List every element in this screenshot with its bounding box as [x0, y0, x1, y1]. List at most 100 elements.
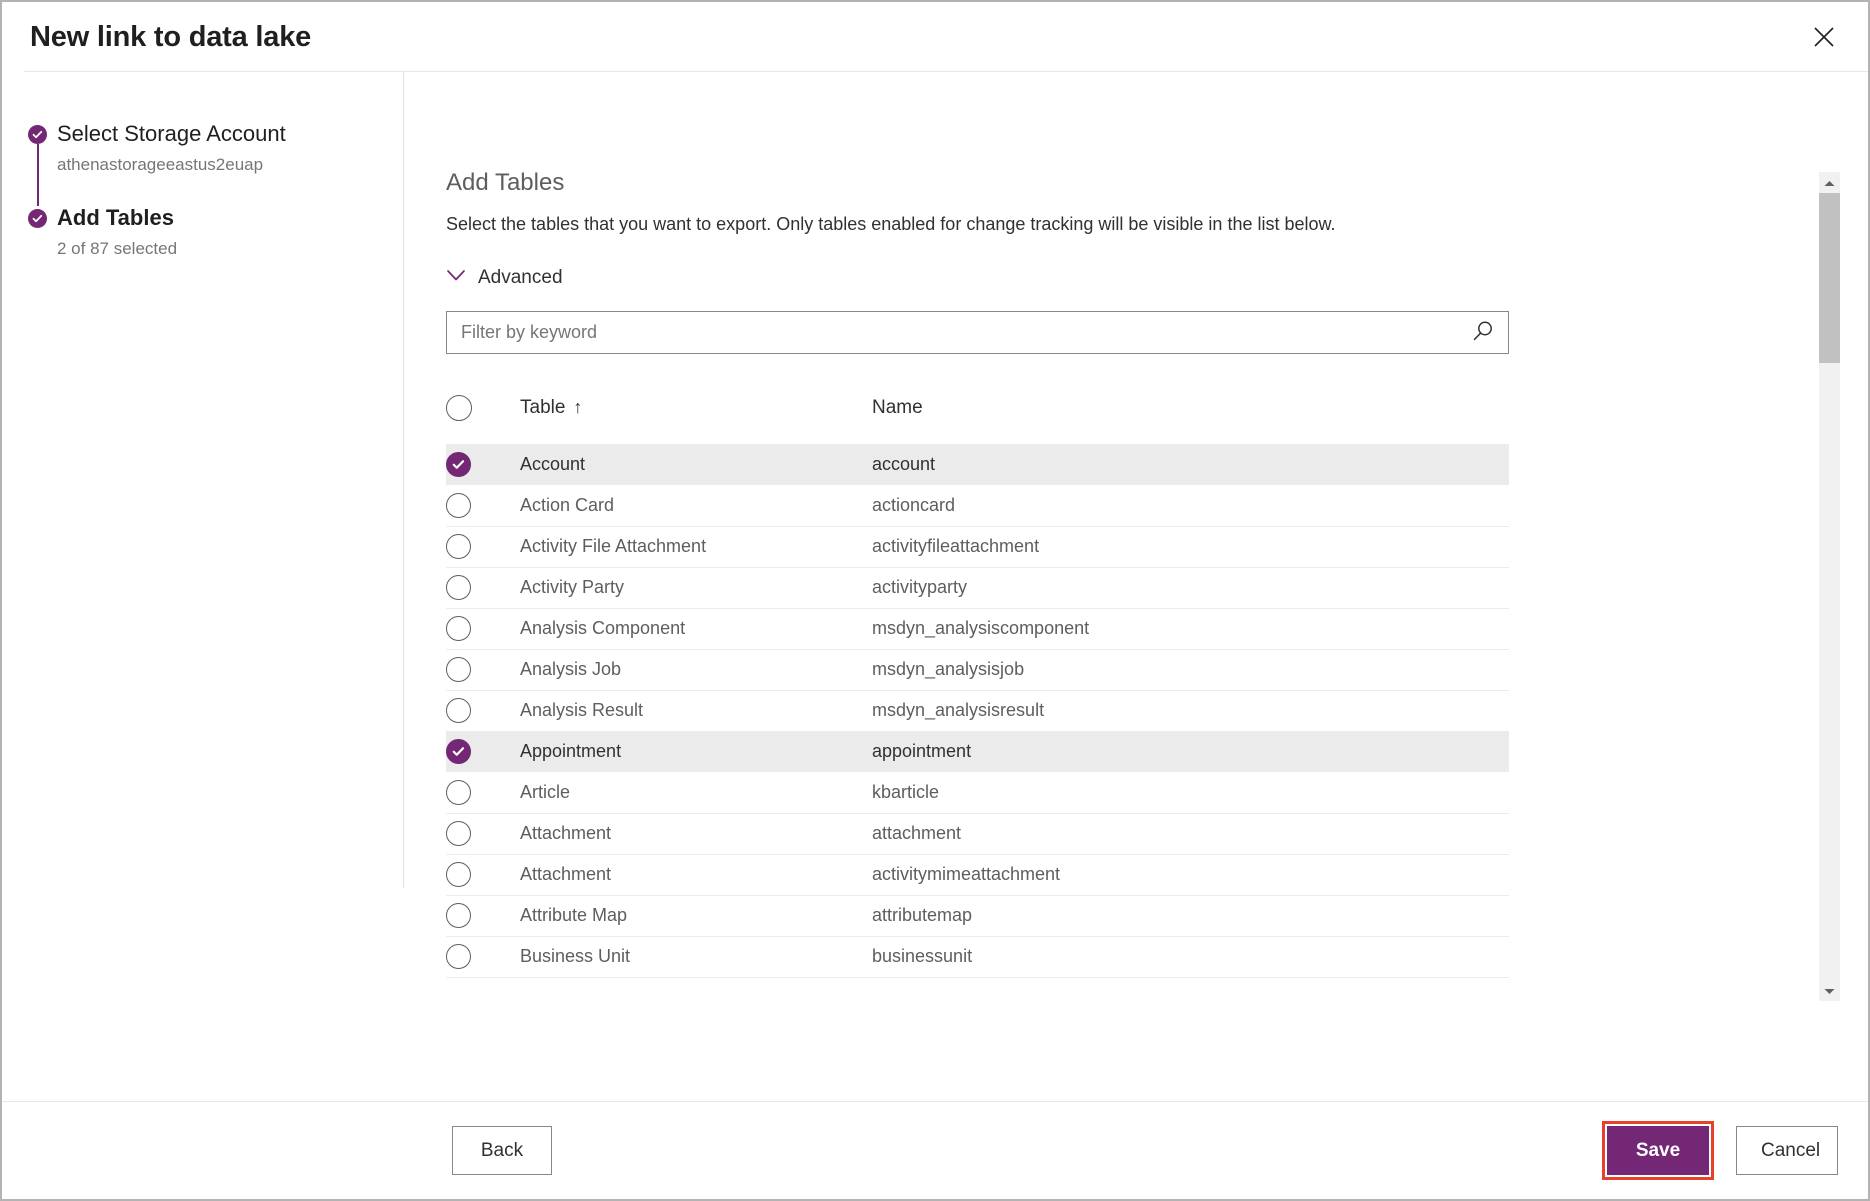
search-icon	[1470, 318, 1496, 347]
row-checkbox[interactable]	[446, 616, 471, 641]
row-checkbox-cell[interactable]	[446, 813, 520, 854]
section-description: Select the tables that you want to expor…	[446, 211, 1868, 237]
row-checkbox-cell[interactable]	[446, 526, 520, 567]
wizard-step-sublabel: 2 of 87 selected	[57, 237, 404, 261]
table-row[interactable]: Business Unitbusinessunit	[446, 936, 1509, 977]
row-checkbox[interactable]	[446, 739, 471, 764]
table-row[interactable]: Attribute Mapattributemap	[446, 895, 1509, 936]
table-row[interactable]: Articlekbarticle	[446, 772, 1509, 813]
row-name-label: kbarticle	[872, 772, 1509, 813]
row-name-label: activityparty	[872, 567, 1509, 608]
row-checkbox-cell[interactable]	[446, 854, 520, 895]
scrollbar-track[interactable]	[1819, 193, 1840, 980]
cancel-button[interactable]: Cancel	[1736, 1126, 1838, 1175]
chevron-down-icon	[446, 269, 466, 287]
row-checkbox-cell[interactable]	[446, 649, 520, 690]
tables-table: Table↑ Name AccountaccountAction Cardact…	[446, 394, 1509, 978]
table-row[interactable]: Appointmentappointment	[446, 731, 1509, 772]
table-row[interactable]: Activity File Attachmentactivityfileatta…	[446, 526, 1509, 567]
table-row[interactable]: Action Cardactioncard	[446, 485, 1509, 526]
row-checkbox-cell[interactable]	[446, 772, 520, 813]
row-name-label: msdyn_analysiscomponent	[872, 608, 1509, 649]
row-checkbox[interactable]	[446, 862, 471, 887]
column-header-table-label: Table	[520, 397, 565, 418]
row-table-label: Analysis Job	[520, 649, 872, 690]
wizard-step-label: Add Tables	[57, 201, 404, 235]
select-all-checkbox[interactable]	[446, 395, 472, 421]
row-checkbox-cell[interactable]	[446, 690, 520, 731]
row-checkbox[interactable]	[446, 534, 471, 559]
table-header-row: Table↑ Name	[446, 394, 1509, 444]
advanced-toggle[interactable]: Advanced	[446, 267, 563, 289]
table-row[interactable]: Attachmentattachment	[446, 813, 1509, 854]
section-title: Add Tables	[446, 168, 1868, 198]
table-row[interactable]: Analysis Componentmsdyn_analysiscomponen…	[446, 608, 1509, 649]
row-table-label: Appointment	[520, 731, 872, 772]
close-button[interactable]	[1802, 15, 1846, 59]
row-checkbox[interactable]	[446, 452, 471, 477]
row-table-label: Activity File Attachment	[520, 526, 872, 567]
search-input[interactable]	[446, 311, 1509, 354]
scroll-up-button[interactable]	[1819, 172, 1840, 193]
row-checkbox-cell[interactable]	[446, 936, 520, 977]
table-row[interactable]: Accountaccount	[446, 444, 1509, 485]
filter-search-box	[446, 311, 1509, 354]
wizard-step-add-tables[interactable]: Add Tables 2 of 87 selected	[28, 201, 404, 261]
row-checkbox-cell[interactable]	[446, 895, 520, 936]
step-complete-check-icon	[28, 209, 47, 228]
row-table-label: Attachment	[520, 813, 872, 854]
row-checkbox-cell[interactable]	[446, 485, 520, 526]
row-checkbox[interactable]	[446, 821, 471, 846]
row-checkbox[interactable]	[446, 903, 471, 928]
dialog-header: New link to data lake	[2, 2, 1868, 72]
row-name-label: actioncard	[872, 485, 1509, 526]
wizard-nav: Select Storage Account athenastorageeast…	[2, 72, 404, 1101]
row-table-label: Attribute Map	[520, 895, 872, 936]
row-table-label: Attachment	[520, 854, 872, 895]
dialog-footer: Back Save Cancel	[2, 1101, 1868, 1199]
dialog-body: Select Storage Account athenastorageeast…	[2, 72, 1868, 1101]
row-table-label: Article	[520, 772, 872, 813]
back-button[interactable]: Back	[452, 1126, 552, 1175]
column-header-name-label: Name	[872, 397, 923, 418]
new-link-dialog: New link to data lake Select Storage	[0, 0, 1870, 1201]
row-checkbox-cell[interactable]	[446, 731, 520, 772]
row-checkbox[interactable]	[446, 493, 471, 518]
page-title: New link to data lake	[30, 21, 311, 54]
scrollbar-thumb[interactable]	[1819, 193, 1840, 363]
row-name-label: attachment	[872, 813, 1509, 854]
column-header-name[interactable]: Name	[872, 394, 1509, 444]
table-row[interactable]: Activity Partyactivityparty	[446, 567, 1509, 608]
row-table-label: Account	[520, 444, 872, 485]
vertical-scrollbar[interactable]	[1819, 172, 1840, 1001]
column-header-table[interactable]: Table↑	[520, 394, 872, 444]
row-checkbox-cell[interactable]	[446, 444, 520, 485]
step-complete-check-icon	[28, 125, 47, 144]
row-name-label: appointment	[872, 731, 1509, 772]
row-name-label: attributemap	[872, 895, 1509, 936]
row-table-label: Analysis Component	[520, 608, 872, 649]
row-checkbox[interactable]	[446, 780, 471, 805]
row-checkbox-cell[interactable]	[446, 567, 520, 608]
save-button[interactable]: Save	[1607, 1126, 1709, 1175]
wizard-step-select-storage-account[interactable]: Select Storage Account athenastorageeast…	[28, 117, 404, 177]
save-button-highlight: Save	[1602, 1121, 1714, 1180]
table-row[interactable]: Analysis Resultmsdyn_analysisresult	[446, 690, 1509, 731]
row-table-label: Analysis Result	[520, 690, 872, 731]
row-name-label: account	[872, 444, 1509, 485]
table-row[interactable]: Analysis Jobmsdyn_analysisjob	[446, 649, 1509, 690]
caret-down-icon	[1824, 982, 1835, 1000]
search-button[interactable]	[1463, 315, 1503, 351]
wizard-step-sublabel: athenastorageeastus2euap	[57, 153, 404, 177]
row-checkbox[interactable]	[446, 657, 471, 682]
close-icon	[1813, 26, 1835, 48]
row-checkbox[interactable]	[446, 698, 471, 723]
advanced-label: Advanced	[478, 267, 563, 289]
table-row[interactable]: Attachmentactivitymimeattachment	[446, 854, 1509, 895]
content-pane: Add Tables Select the tables that you wa…	[404, 72, 1868, 1101]
scroll-down-button[interactable]	[1819, 980, 1840, 1001]
row-name-label: msdyn_analysisjob	[872, 649, 1509, 690]
row-checkbox[interactable]	[446, 944, 471, 969]
row-checkbox[interactable]	[446, 575, 471, 600]
row-checkbox-cell[interactable]	[446, 608, 520, 649]
